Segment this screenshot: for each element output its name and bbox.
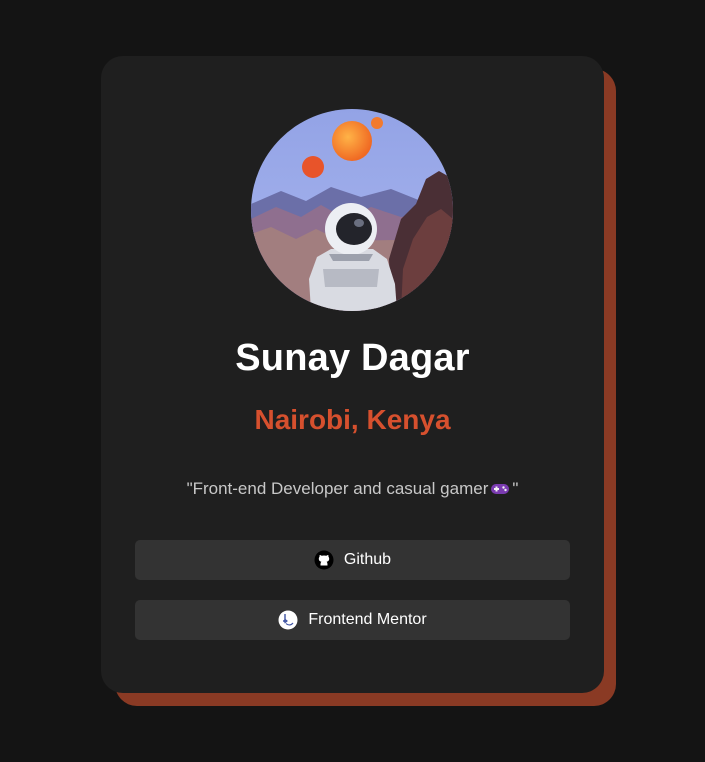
frontend-mentor-icon — [278, 610, 298, 630]
bio-text: "Front-end Developer and casual gamer — [186, 479, 489, 498]
frontend-mentor-button-label: Frontend Mentor — [308, 611, 427, 628]
profile-card: Sunay Dagar Nairobi, Kenya "Front-end De… — [101, 56, 604, 693]
page: Sunay Dagar Nairobi, Kenya "Front-end De… — [0, 0, 705, 762]
avatar-illustration — [251, 109, 453, 311]
profile-bio: "Front-end Developer and casual gamer " — [101, 479, 604, 499]
profile-name: Sunay Dagar — [235, 337, 470, 379]
github-button[interactable]: Github — [135, 540, 570, 580]
github-button-label: Github — [343, 551, 392, 568]
avatar — [251, 109, 453, 311]
gamepad-icon — [491, 484, 510, 494]
bio-closing-quote: " — [512, 479, 519, 498]
frontend-mentor-button[interactable]: Frontend Mentor — [135, 600, 570, 640]
profile-location: Nairobi, Kenya — [254, 404, 451, 435]
github-icon — [314, 550, 334, 570]
